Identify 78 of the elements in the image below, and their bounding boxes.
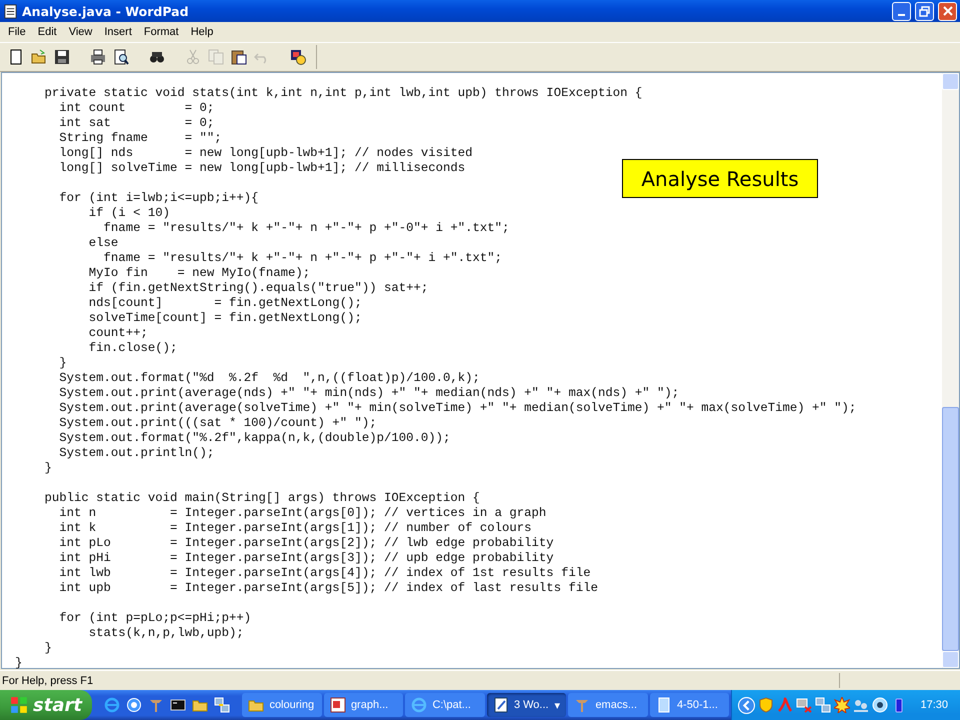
e-globe-icon xyxy=(411,697,428,713)
code-line: MyIo fin = new MyIo(fname); xyxy=(88,266,312,281)
notepad-icon xyxy=(492,697,509,713)
code-line: solveTime[count] = fin.getNextLong(); xyxy=(88,311,363,326)
caret-icon: ▾ xyxy=(554,698,560,712)
code-line: public static void main(String[] args) throws IOException { xyxy=(44,491,481,506)
code-line: } xyxy=(15,656,24,671)
menu-item[interactable]: Edit xyxy=(32,24,63,40)
code-line: int k = Integer.parseInt(args[1]); // number of colours xyxy=(58,521,533,536)
taskbar-button[interactable]: colouring xyxy=(242,693,322,717)
code-line: String fname = ""; xyxy=(58,131,223,146)
calendar-clock-icon[interactable] xyxy=(288,47,308,67)
close-icon xyxy=(942,6,952,16)
menu-item[interactable]: View xyxy=(62,24,98,40)
code-line: int n = Integer.parseInt(args[0]); // vertices in a graph xyxy=(58,506,548,521)
code-line: fname = "results/"+ k +"-"+ n +"-"+ p +"-0"+ i +".txt"; xyxy=(102,221,510,236)
menu-item[interactable]: Insert xyxy=(98,24,138,40)
code-line: int sat = 0; xyxy=(58,116,216,131)
status-text: For Help, press F1 xyxy=(1,674,94,686)
network-icon[interactable] xyxy=(815,697,832,713)
code-line: if (i < 10) xyxy=(88,206,171,221)
clock: 17:30 xyxy=(920,699,948,711)
minimize-button[interactable] xyxy=(892,2,911,20)
network-icon[interactable] xyxy=(214,697,230,713)
code-line: System.out.print(average(nds) +" "+ min(nds) +" "+ median(nds) +" "+ max(nds) +" "); xyxy=(58,386,680,401)
code-line: stats(k,n,p,lwb,upb); xyxy=(88,626,245,641)
code-line: count++; xyxy=(88,326,149,341)
code-line: else xyxy=(88,236,120,251)
menu-item[interactable]: Format xyxy=(138,24,185,40)
taskbar-button[interactable]: emacs... xyxy=(568,693,648,717)
windows-flag-icon xyxy=(10,696,28,714)
code-line: fname = "results/"+ k +"-"+ n +"-"+ p +"-"+ i +".txt"; xyxy=(102,251,504,266)
menu-item[interactable]: File xyxy=(2,24,32,40)
code-line: long[] nds = new long[upb-lwb+1]; // nodes visited xyxy=(58,146,474,161)
taskbar-button[interactable]: graph... xyxy=(324,693,404,717)
taskbar-button[interactable]: C:\pat... xyxy=(405,693,485,717)
code-line: for (int i=lwb;i<=upb;i++){ xyxy=(58,191,260,206)
code-line: nds[count] = fin.getNextLong(); xyxy=(88,296,363,311)
code-line: fin.close(); xyxy=(88,341,178,356)
code-line: int pHi = Integer.parseInt(args[3]); // upb edge probability xyxy=(58,551,555,566)
code-line: long[] solveTime = new long[upb-lwb+1]; // milliseconds xyxy=(58,161,466,176)
code-line: } xyxy=(58,356,68,371)
close-button[interactable] xyxy=(938,2,957,20)
code-line: System.out.format("%d %.2f %d ",n,((float)p)/100.0,k); xyxy=(58,371,481,386)
code-line: int upb = Integer.parseInt(args[5]); // index of last results file xyxy=(58,581,599,596)
show-hidden-icons-button[interactable] xyxy=(738,696,756,714)
minimize-icon xyxy=(898,14,905,16)
code-line: } xyxy=(44,641,53,656)
code-line: int pLo = Integer.parseInt(args[2]); // lwb edge probability xyxy=(58,536,555,551)
print-icon[interactable] xyxy=(88,47,108,67)
scrollbar-thumb[interactable] xyxy=(942,407,959,651)
burst-icon[interactable] xyxy=(834,697,850,713)
callout-label: Analyse Results xyxy=(622,159,818,198)
console-icon[interactable] xyxy=(170,697,186,713)
shield-icon[interactable] xyxy=(758,697,774,713)
document-icon xyxy=(656,697,672,713)
globe-icon[interactable] xyxy=(126,697,142,713)
code-line: System.out.print(average(solveTime) +" "+ min(solveTime) +" "+ median(solveTime) +" "+ max(solveTime) +" "); xyxy=(58,401,858,416)
restore-button[interactable] xyxy=(915,2,934,20)
code-line: for (int p=pLo;p<=pHi;p++) xyxy=(58,611,252,626)
save-icon[interactable] xyxy=(52,47,72,67)
restore-icon xyxy=(919,6,930,16)
code-line: int lwb = Integer.parseInt(args[4]); // index of 1st results file xyxy=(58,566,592,581)
code-line: } xyxy=(44,461,53,476)
slide-icon xyxy=(330,697,346,713)
code-line: int count = 0; xyxy=(58,101,216,116)
taskbar-button[interactable]: 3 Wo... ▾ xyxy=(486,693,566,717)
code-line: private static void stats(int k,int n,int p,int lwb,int upb) throws IOException { xyxy=(44,86,644,101)
code-line: System.out.println(); xyxy=(58,446,216,461)
window-title: Analyse.java - WordPad xyxy=(22,4,190,18)
code-line: if (fin.getNextString().equals("true")) sat++; xyxy=(88,281,430,296)
wordpad-icon xyxy=(3,4,18,18)
code-line: System.out.format("%.2f",kappa(n,k,(double)p/100.0)); xyxy=(58,431,452,446)
code-line: System.out.print(((sat * 100)/count) +" "); xyxy=(58,416,378,431)
taskbar-button[interactable]: 4-50-1... xyxy=(650,693,730,717)
menu-item[interactable]: Help xyxy=(184,24,220,40)
tool-icon xyxy=(574,697,590,713)
network-error-icon[interactable] xyxy=(796,697,812,713)
